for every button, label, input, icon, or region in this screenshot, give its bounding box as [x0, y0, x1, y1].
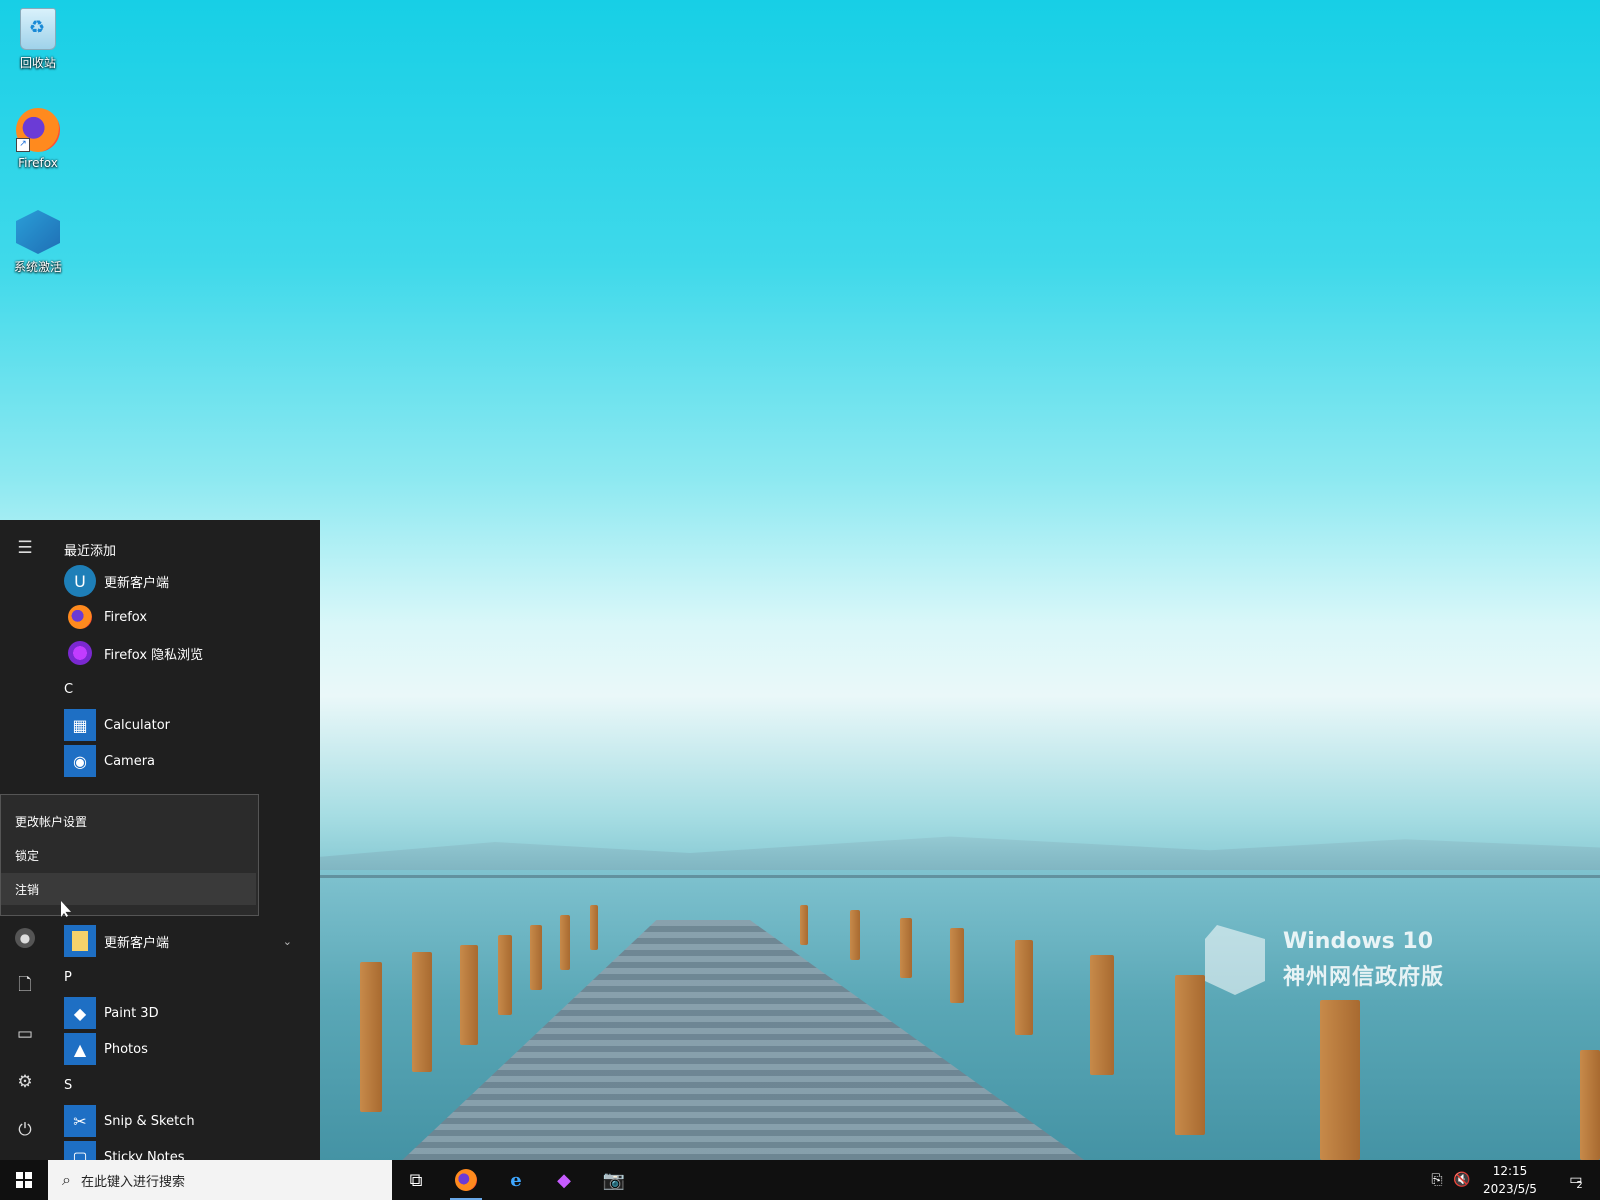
app-label: Calculator: [104, 717, 171, 733]
app-camera[interactable]: ◉ Camera: [64, 744, 314, 778]
pier-post: [900, 918, 912, 978]
pier-post: [1320, 1000, 1360, 1160]
pier-post: [530, 925, 542, 990]
pier-post: [850, 910, 860, 960]
taskbar-clock[interactable]: 12:15 2023/5/5: [1470, 1160, 1550, 1200]
shortcut-arrow-icon: ↗: [16, 138, 30, 152]
app-firefox-private[interactable]: Firefox 隐私浏览: [64, 636, 314, 670]
sticky-notes-icon: ▢: [64, 1141, 96, 1160]
pier-post: [560, 915, 570, 970]
documents-icon[interactable]: 🗋: [0, 966, 50, 1006]
windows-watermark: Windows 10 神州网信政府版: [1205, 925, 1455, 1000]
app-update-client[interactable]: U 更新客户端: [64, 564, 314, 598]
clock-time: 12:15: [1492, 1164, 1528, 1178]
group-header-c[interactable]: C: [64, 682, 73, 697]
desktop-icon-label: 系统激活: [13, 260, 62, 274]
menu-item-lock[interactable]: 锁定: [1, 839, 256, 871]
app-label: Snip & Sketch: [104, 1113, 195, 1129]
horizon-line: [320, 875, 1600, 878]
pier-post: [460, 945, 478, 1045]
watermark-line1: Windows 10: [1283, 929, 1434, 954]
taskbar: ⌕ 在此键入进行搜索 ⧉ e ◆ 📷 ⎘ 🔇 12:15 2023/5/5 ▭ …: [0, 1160, 1600, 1200]
power-icon[interactable]: ⏻: [0, 1110, 50, 1150]
pier-post: [1015, 940, 1033, 1035]
app-firefox[interactable]: Firefox: [64, 600, 314, 634]
firefox-icon: ↗: [16, 108, 60, 152]
ie-icon[interactable]: e: [492, 1160, 540, 1200]
firefox-private-icon: [64, 637, 96, 669]
pier-post: [1580, 1050, 1600, 1160]
pier-post: [1090, 955, 1114, 1075]
watermark-line2: 神州网信政府版: [1283, 965, 1445, 990]
app-label: Firefox: [104, 609, 148, 625]
chevron-down-icon[interactable]: ⌄: [283, 935, 292, 948]
pier-post: [498, 935, 512, 1015]
calculator-icon: ▦: [64, 709, 96, 741]
desktop-icon-firefox[interactable]: ↗ Firefox: [8, 108, 68, 170]
app-label: Paint 3D: [104, 1005, 159, 1021]
app-calculator[interactable]: ▦ Calculator: [64, 708, 314, 742]
app-snip-sketch[interactable]: ✂ Snip & Sketch: [64, 1104, 314, 1138]
hamburger-menu-icon[interactable]: ☰: [0, 528, 50, 568]
task-view-icon[interactable]: ⧉: [392, 1160, 440, 1200]
desktop-icon-label: 回收站: [19, 56, 56, 70]
pier-post: [1175, 975, 1205, 1135]
paint3d-icon: ◆: [64, 997, 96, 1029]
taskbar-paint3d-icon[interactable]: ◆: [540, 1160, 588, 1200]
pier-post: [412, 952, 432, 1072]
pier-post: [800, 905, 808, 945]
notification-center-icon[interactable]: ▭ 2: [1556, 1160, 1596, 1200]
taskbar-camera-icon[interactable]: 📷: [590, 1160, 638, 1200]
distant-hills: [300, 836, 1600, 875]
app-label: 更新客户端: [104, 935, 170, 951]
update-client-icon: U: [64, 565, 96, 597]
folder-icon: [64, 925, 96, 957]
pier-post: [360, 962, 382, 1112]
windows-logo-icon: [16, 1172, 32, 1188]
app-folder-update-client[interactable]: 更新客户端 ⌄: [64, 924, 314, 958]
app-sticky-notes[interactable]: ▢ Sticky Notes: [64, 1140, 314, 1160]
desktop-icon-recycle-bin[interactable]: 回收站: [8, 8, 68, 71]
app-label: Photos: [104, 1041, 148, 1057]
photos-icon: ▲: [64, 1033, 96, 1065]
app-label: Camera: [104, 753, 156, 769]
group-header-recent: 最近添加: [64, 544, 117, 559]
network-icon[interactable]: ⎘: [1425, 1160, 1449, 1200]
taskbar-firefox-icon[interactable]: [442, 1160, 490, 1200]
app-photos[interactable]: ▲ Photos: [64, 1032, 314, 1066]
camera-icon: ◉: [64, 745, 96, 777]
snip-sketch-icon: ✂: [64, 1105, 96, 1137]
menu-item-change-account-settings[interactable]: 更改帐户设置: [1, 805, 256, 837]
start-button[interactable]: [0, 1160, 48, 1200]
app-paint3d[interactable]: ◆ Paint 3D: [64, 996, 314, 1030]
account-context-menu: 更改帐户设置 锁定 注销: [0, 794, 259, 916]
desktop-icon-activation[interactable]: 系统激活: [8, 210, 68, 275]
pier-post: [950, 928, 964, 1003]
group-header-p[interactable]: P: [64, 970, 72, 985]
desktop-icon-label: Firefox: [18, 156, 58, 170]
notification-count: 2: [1576, 1179, 1583, 1191]
recycle-bin-icon: [20, 8, 56, 50]
search-icon: ⌕: [62, 1170, 71, 1189]
group-header-s[interactable]: S: [64, 1078, 72, 1093]
search-placeholder: 在此键入进行搜索: [80, 1174, 185, 1190]
app-label: Sticky Notes: [104, 1149, 185, 1161]
user-avatar-icon[interactable]: ●: [0, 918, 50, 958]
taskbar-search-box[interactable]: ⌕ 在此键入进行搜索: [48, 1160, 392, 1200]
settings-icon[interactable]: ⚙: [0, 1062, 50, 1102]
app-label: 更新客户端: [104, 575, 170, 591]
app-label: Firefox 隐私浏览: [104, 647, 204, 663]
activation-icon: [16, 210, 60, 254]
pier-post: [590, 905, 598, 950]
firefox-icon: [64, 601, 96, 633]
windows-logo-watermark-icon: [1205, 925, 1265, 995]
clock-date: 2023/5/5: [1483, 1182, 1537, 1196]
pictures-icon[interactable]: ▭: [0, 1014, 50, 1054]
menu-item-sign-out[interactable]: 注销: [1, 873, 256, 905]
